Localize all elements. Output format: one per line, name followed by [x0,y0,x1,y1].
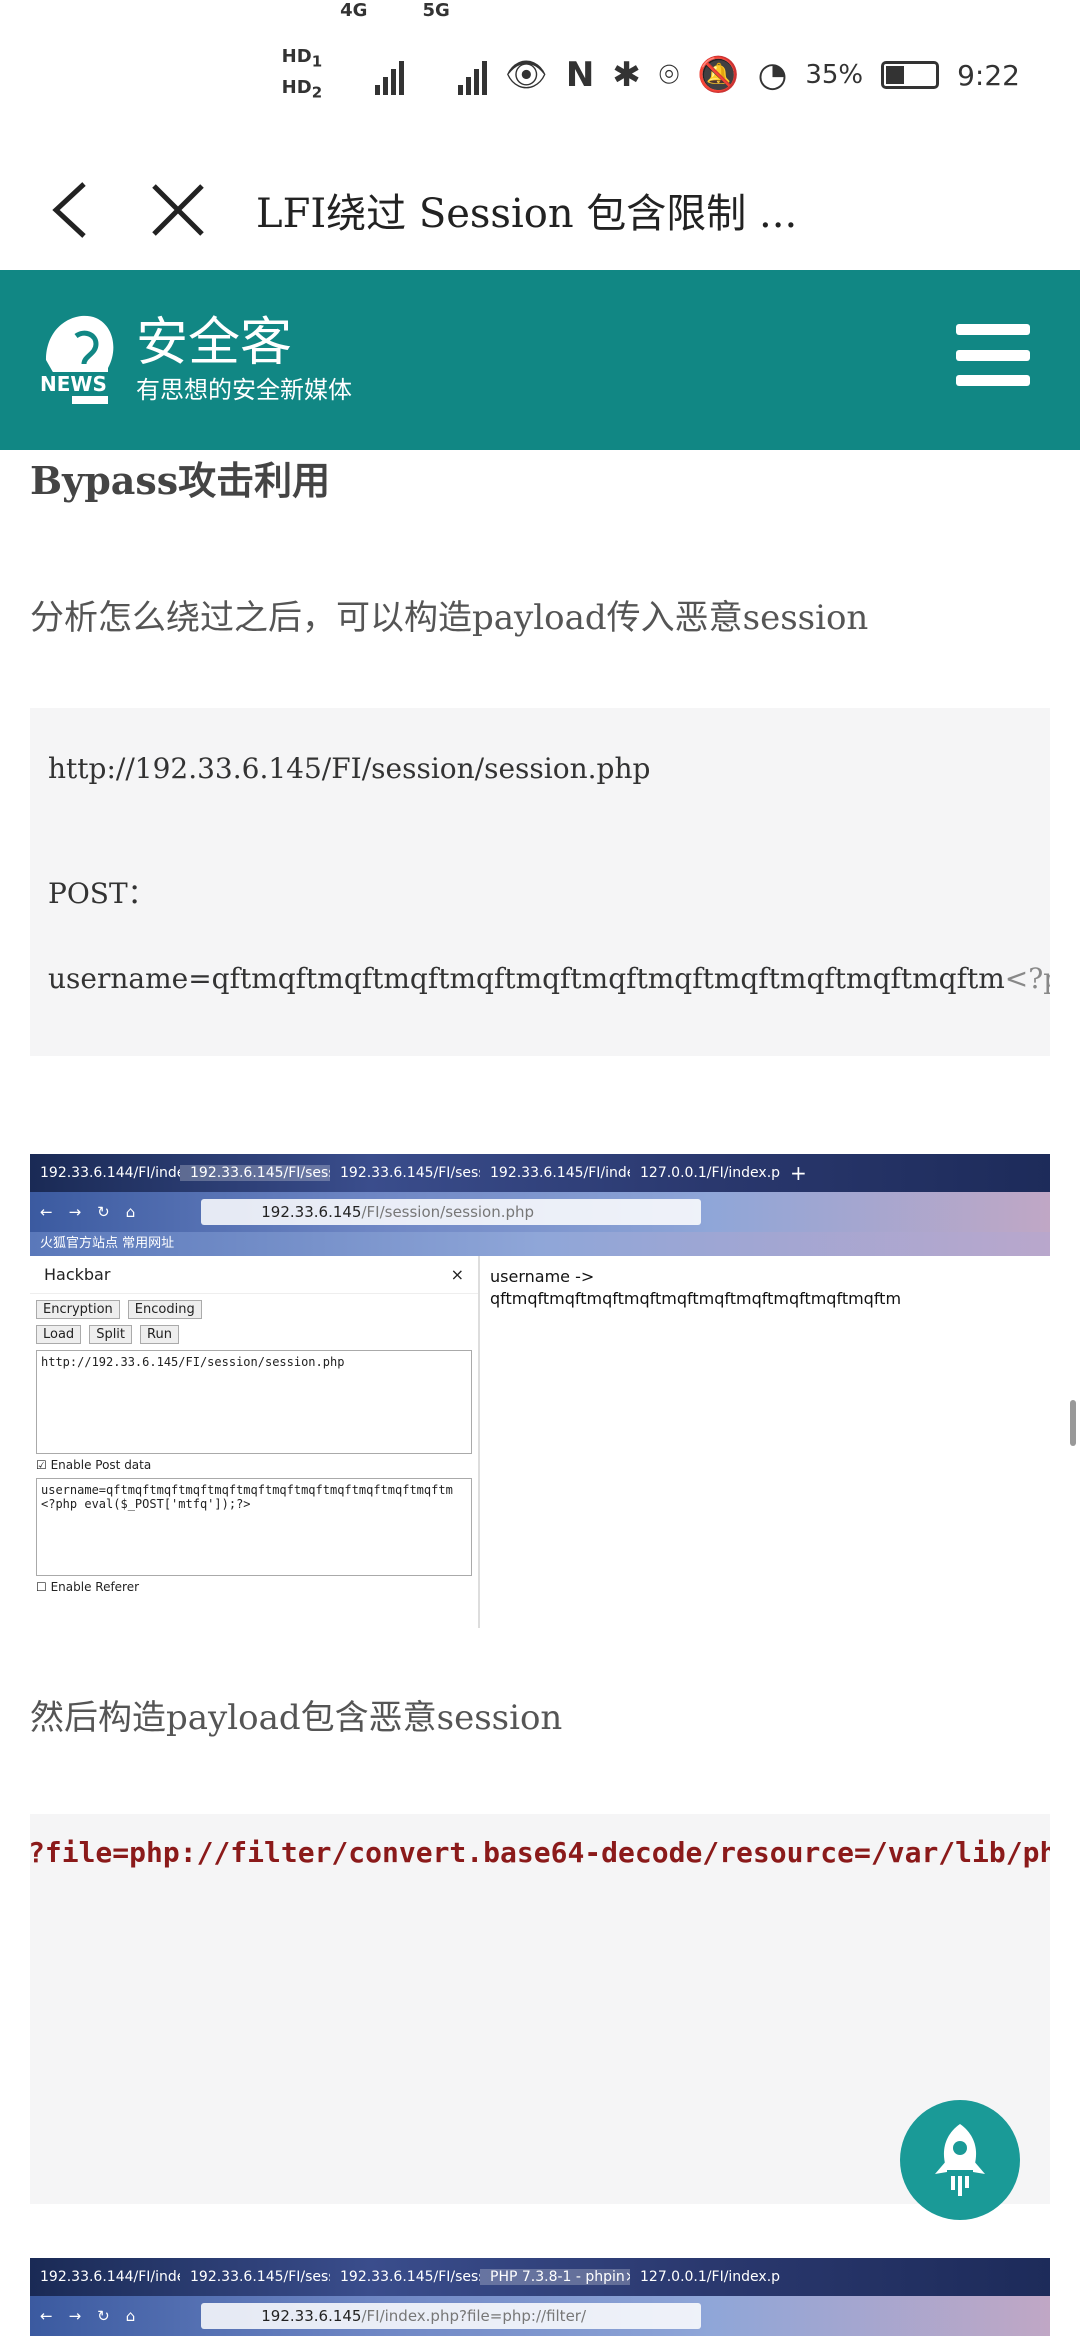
enable-post-checkbox: ☑ Enable Post data [36,1458,152,1472]
hamburger-menu-icon[interactable] [956,324,1030,386]
browser-tabs: 192.33.6.144/FI/inde× 192.33.6.145/FI/se… [30,1154,1050,1192]
hd-indicator: HD1 HD2 [281,46,323,102]
browser-tab: 192.33.6.145/FI/sess× [340,1165,480,1181]
hackbar-post-field: username=qftmqftmqftmqftmqftmqftmqftmqft… [36,1478,472,1576]
mute-bell-icon: 🔕 [697,55,740,95]
bluetooth-icon: ✱ [612,55,641,95]
hackbar-url-field: http://192.33.6.145/FI/session/session.p… [36,1350,472,1454]
status-bar: HD1 HD2 4G 5G 👁 N ✱ ⌾ 🔕 ◔ 35% 9:22 [0,0,1080,150]
enable-referer-checkbox: ☐ Enable Referer [36,1580,140,1594]
hackbar-actions: Load Split Run [30,1319,478,1344]
signal-icon [375,55,405,95]
bookmarks-bar: 火狐官方站点 常用网址 [30,1232,1050,1256]
browser-tab: PHP 7.3.8-1 - phpin× [480,2269,630,2285]
url-bar: 192.33.6.145/FI/index.php?file=php://fil… [201,2303,702,2329]
hackbar-panel: Hackbar × Encryption Encoding Load Split … [30,1256,480,1628]
brand: 安全客 有思想的安全新媒体 [136,313,352,407]
browser-tab: 192.33.6.144/FI/inde× [40,2269,180,2285]
back-arrow-icon: ← [40,2307,53,2325]
rocket-glyph [935,2124,985,2196]
code-line: POST： [48,877,156,910]
run-button: Run [140,1325,179,1344]
nfc-icon: N [565,55,595,95]
encryption-menu: Encryption [36,1300,120,1319]
browser-tab: 192.33.6.145/FI/sess× [340,2269,480,2285]
browser-nav-bar: LFI绕过 Session 包含限制 ... [0,150,1080,270]
site-slogan: 有思想的安全新媒体 [136,376,352,404]
url-bar: 192.33.6.145/FI/session/session.php [201,1199,702,1225]
hackbar-header: Hackbar × [30,1256,478,1294]
browser-toolbar: ← → ↻ ⌂ 192.33.6.145/FI/index.php?file=p… [30,2296,1050,2336]
browser-tab: 192.33.6.145/FI/sess× [180,1165,330,1181]
paragraph: 分析怎么绕过之后，可以构造payload传入恶意session [30,598,869,638]
battery-fill [886,66,905,84]
site-name: 安全客 [136,313,293,373]
page-output: username -> qftmqftmqftmqftmqftmqftmqftm… [490,1267,902,1308]
network-5g-label: 5G [422,0,450,21]
browser-toolbar: ← → ↻ ⌂ 192.33.6.145/FI/session/session.… [30,1192,1050,1232]
encoding-menu: Encoding [127,1300,202,1319]
scrollbar[interactable] [1070,1400,1076,1446]
page-body: Hackbar × Encryption Encoding Load Split … [30,1256,1050,1628]
forward-arrow-icon: → [68,1203,82,1221]
site-header: NEWS 安全客 有思想的安全新媒体 [0,270,1080,450]
eye-icon: 👁 [504,55,548,95]
split-button: Split [89,1325,133,1344]
browser-tab: 192.33.6.144/FI/inde× [40,1165,180,1181]
new-tab-icon: + [790,1161,807,1185]
battery-icon [881,61,940,89]
browser-tabs: 192.33.6.144/FI/inde× 192.33.6.145/FI/se… [30,2258,1050,2296]
home-icon: ⌂ [125,2307,136,2325]
browser-tab: 192.33.6.145/FI/inde× [490,1165,630,1181]
logo-badge: NEWS [36,372,111,396]
browser-tab: 192.33.6.145/FI/sess× [190,2269,330,2285]
site-logo[interactable]: NEWS [36,300,118,420]
embedded-screenshot: 192.33.6.144/FI/inde× 192.33.6.145/FI/se… [30,1154,1050,1628]
browser-tab: 127.0.0.1/FI/index.p× [640,1165,780,1181]
battery-percent: 35% [805,60,864,90]
reload-icon: ↻ [97,2307,110,2325]
embedded-screenshot: 192.33.6.144/FI/inde× 192.33.6.145/FI/se… [30,2258,1050,2340]
code-line: http://192.33.6.145/FI/session/session.p… [48,752,651,785]
home-icon: ⌂ [125,1203,136,1221]
close-icon[interactable] [150,182,206,238]
browser-tab: 127.0.0.1/FI/index.p× [640,2269,780,2285]
head-logo-icon [46,315,114,404]
section-heading: Bypass攻击利用 [30,458,331,503]
code-line: ?file=php://filter/convert.base64-decode… [30,1836,1050,1869]
back-arrow-icon: ← [40,1203,53,1221]
hackbar-menu-row: Encryption Encoding [30,1294,478,1319]
reload-icon: ↻ [97,1203,110,1221]
location-icon: ⌾ [658,55,680,95]
rocket-icon[interactable] [900,2100,1020,2220]
signal-icon-2 [457,55,487,95]
close-icon: × [450,1265,464,1284]
page-title: LFI绕过 Session 包含限制 ... [256,191,798,237]
forward-arrow-icon: → [68,2307,82,2325]
code-block: ?file=php://filter/convert.base64-decode… [30,1814,1050,2204]
code-block: http://192.33.6.145/FI/session/session.p… [30,708,1050,1056]
network-4g-label: 4G [340,0,368,21]
code-line: username=qftmqftmqftmqftmqftmqftmqftmqft… [48,962,1050,995]
chevron-left-icon[interactable] [50,180,90,240]
speed-gauge-icon: ◔ [757,55,788,95]
load-button: Load [36,1325,82,1344]
paragraph: 然后构造payload包含恶意session [30,1698,563,1738]
clock: 9:22 [957,58,1020,92]
